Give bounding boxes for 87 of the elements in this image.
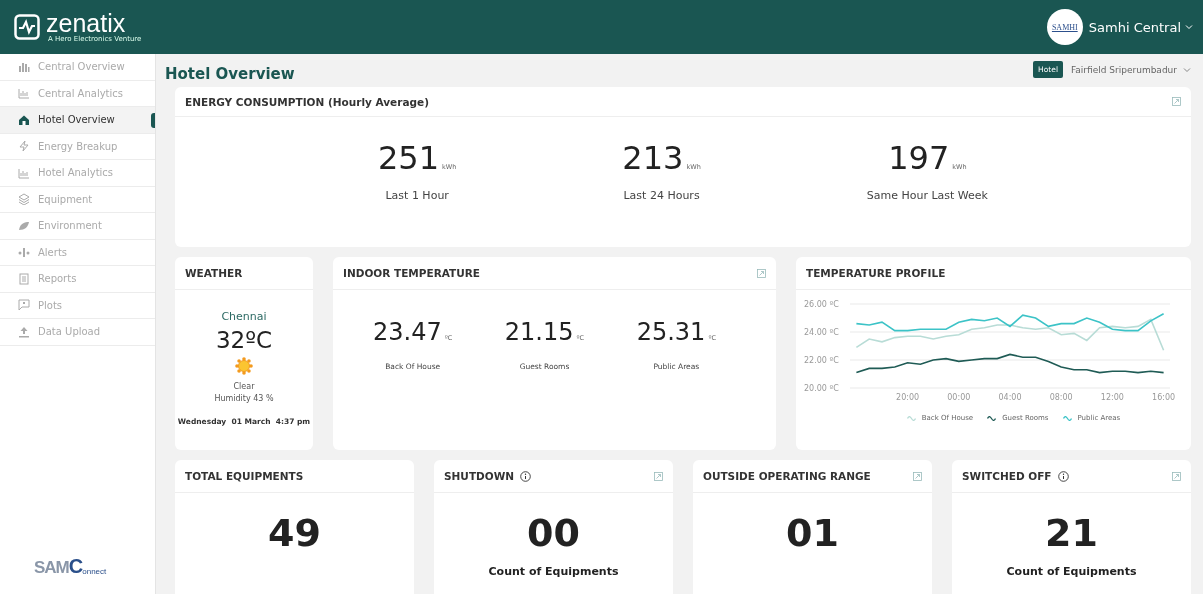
sidebar-label: Environment: [38, 220, 102, 232]
sidebar-label: Reports: [38, 273, 77, 285]
count-caption: Count of Equipments: [1006, 565, 1137, 578]
user-menu[interactable]: Samhi Central: [1088, 19, 1193, 35]
wave-icon: [1062, 415, 1072, 421]
bar-chart-icon: [18, 166, 30, 179]
stat-value: 23.47: [373, 318, 442, 346]
expand-icon[interactable]: [1172, 471, 1181, 481]
sidebar-item[interactable]: Reports: [0, 266, 155, 293]
x-tick-label: 04:00: [998, 393, 1022, 402]
sidebar-item[interactable]: Environment: [0, 213, 155, 240]
stat-value: 21.15: [504, 318, 574, 346]
y-tick-label: 24.00 ºC: [804, 328, 840, 337]
document-icon: [18, 272, 30, 285]
chevron-down-icon: [1183, 65, 1191, 74]
expand-icon[interactable]: [1172, 97, 1181, 106]
hotel-dropdown[interactable]: Fairfield Sriperumbadur: [1070, 64, 1191, 75]
wave-icon: [906, 415, 916, 421]
sidebar-item[interactable]: Energy Breakup: [0, 133, 155, 160]
leaf-icon: [18, 219, 30, 232]
chevron-down-icon: [1185, 23, 1193, 31]
x-tick-label: 08:00: [1049, 393, 1073, 402]
card-title: SHUTDOWN: [444, 470, 515, 482]
x-tick-label: 00:00: [947, 393, 971, 402]
stat-value: 25.31: [636, 318, 706, 346]
y-tick-label: 20.00 ºC: [804, 384, 840, 393]
card-title: OUTSIDE OPERATING RANGE: [703, 470, 871, 482]
avatar: SAMHI: [1046, 9, 1083, 45]
sidebar-label: Equipment: [38, 193, 93, 205]
sidebar-item[interactable]: Hotel Analytics: [0, 160, 155, 187]
card-title: ENERGY CONSUMPTION (Hourly Average): [185, 95, 429, 108]
bar-chart-icon: [18, 87, 30, 100]
card-title: INDOOR TEMPERATURE: [343, 267, 480, 279]
layers-icon: [18, 193, 30, 206]
count-value: 49: [268, 511, 321, 555]
count-value: 01: [786, 511, 839, 555]
city-name: Chennai: [221, 310, 267, 323]
chat-icon: [18, 299, 30, 312]
logo-text: zenatix: [46, 11, 126, 36]
x-tick-label: 20:00: [896, 393, 920, 402]
expand-icon[interactable]: [757, 268, 766, 278]
sidebar-item[interactable]: Plots: [0, 292, 155, 319]
sidebar-label: Data Upload: [38, 326, 101, 338]
sidebar-item[interactable]: Equipment: [0, 186, 155, 213]
sidebar-label: Hotel Overview: [38, 114, 115, 126]
sidebar-item[interactable]: Data Upload: [0, 319, 155, 346]
sidebar-label: Energy Breakup: [38, 140, 118, 152]
brand-logo: SAMConnect: [33, 555, 108, 579]
stat-value: 213: [622, 139, 684, 177]
stat-value: 251: [378, 139, 440, 177]
card-title: TOTAL EQUIPMENTS: [185, 470, 304, 482]
sidebar-label: Hotel Analytics: [38, 167, 114, 179]
house-icon: [18, 113, 30, 126]
sidebar-label: Alerts: [38, 246, 67, 258]
temperature-value: 32ºC: [215, 327, 273, 353]
expand-icon[interactable]: [654, 471, 663, 481]
sun-icon: [235, 357, 253, 375]
count-caption: Count of Equipments: [488, 565, 619, 578]
stat-label: Same Hour Last Week: [866, 189, 988, 202]
x-tick-label: 12:00: [1100, 393, 1124, 402]
card-title: SWITCHED OFF: [962, 470, 1052, 482]
buildings-icon: [18, 60, 30, 73]
sidebar-label: Plots: [38, 299, 63, 311]
stat-label: Last 24 Hours: [623, 189, 700, 202]
sidebar-item[interactable]: Hotel Overview: [0, 107, 155, 134]
humidity-text: Humidity 43 %: [214, 394, 274, 403]
sidebar-label: Central Overview: [38, 61, 125, 73]
count-value: 00: [527, 511, 580, 555]
sidebar-label: Central Analytics: [38, 87, 123, 99]
stat-label: Last 1 Hour: [385, 189, 449, 202]
y-tick-label: 22.00 ºC: [804, 356, 840, 365]
pulse-icon: [14, 14, 40, 40]
upload-icon: [18, 325, 30, 338]
signal-icon: [18, 246, 30, 259]
expand-icon[interactable]: [913, 471, 922, 481]
sidebar-item[interactable]: Central Overview: [0, 54, 155, 81]
x-tick-label: 16:00: [1152, 393, 1176, 402]
y-tick-label: 26.00 ºC: [804, 300, 840, 309]
sidebar-item[interactable]: Alerts: [0, 239, 155, 266]
page-title: Hotel Overview: [165, 64, 295, 83]
lightning-icon: [18, 140, 30, 153]
card-title: WEATHER: [185, 267, 243, 279]
wave-icon: [987, 415, 997, 421]
count-value: 21: [1045, 511, 1098, 555]
stat-value: 197: [888, 139, 950, 177]
weather-condition: Clear: [233, 382, 255, 391]
card-title: TEMPERATURE PROFILE: [806, 267, 946, 279]
